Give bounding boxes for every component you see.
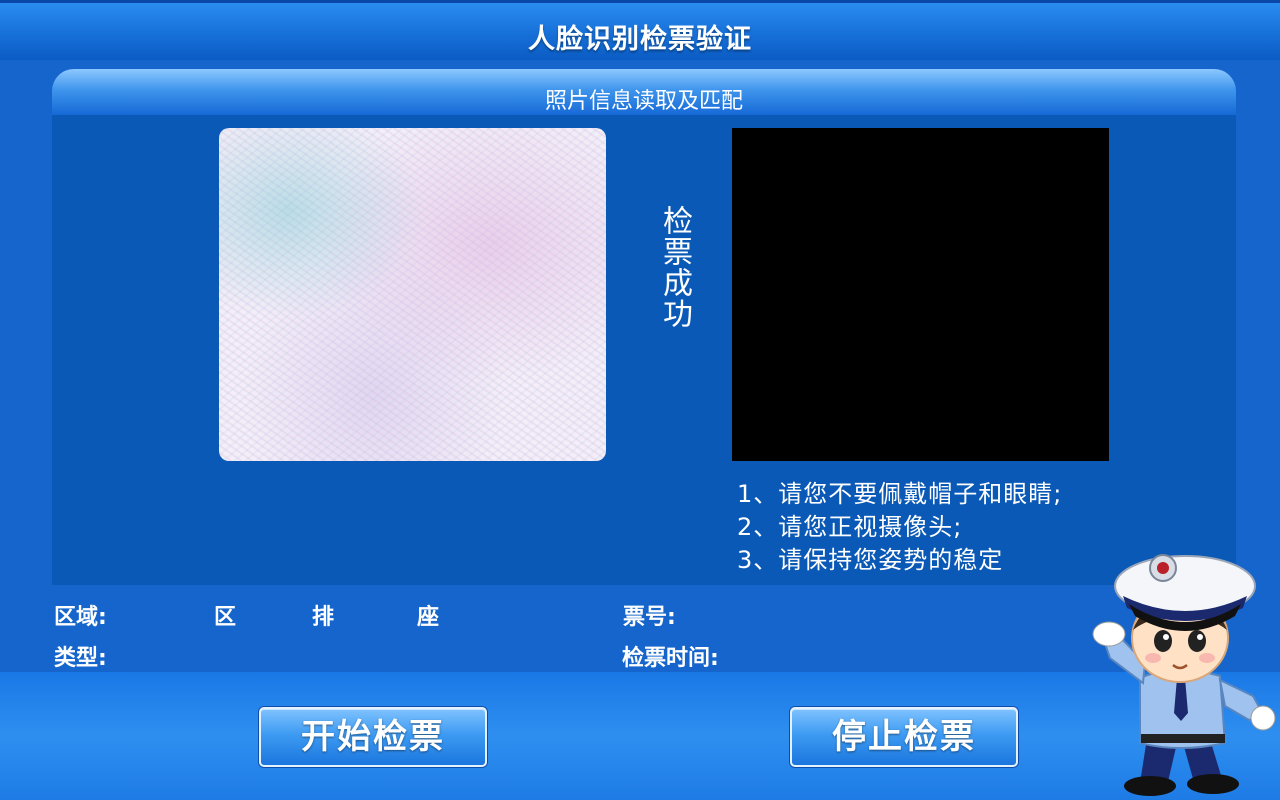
mascot-right-shoe bbox=[1187, 774, 1239, 794]
start-check-button[interactable]: 开始检票 bbox=[259, 707, 487, 767]
app-title: 人脸识别检票验证 bbox=[528, 24, 752, 55]
instructions-list: 1、请您不要佩戴帽子和眼睛; 2、请您正视摄像头; 3、请保持您姿势的稳定 bbox=[737, 478, 1062, 577]
row-label: 排 bbox=[312, 605, 335, 630]
panel-header-title: 照片信息读取及匹配 bbox=[544, 89, 743, 114]
check-status-label: 检票成功 bbox=[657, 205, 692, 329]
instruction-item: 3、请保持您姿势的稳定 bbox=[737, 546, 1004, 574]
mascot-eye-highlight bbox=[1163, 634, 1169, 640]
check-time-label: 检票时间: bbox=[622, 646, 719, 671]
area-label: 区域: bbox=[54, 605, 107, 630]
mascot-badge-center bbox=[1157, 562, 1169, 574]
police-mascot-icon bbox=[1092, 554, 1276, 796]
title-bar: 人脸识别检票验证 bbox=[0, 0, 1280, 60]
mascot-belt bbox=[1141, 734, 1225, 743]
type-label: 类型: bbox=[54, 646, 107, 671]
mascot-right-glove bbox=[1250, 705, 1276, 731]
stop-check-button[interactable]: 停止检票 bbox=[790, 707, 1018, 767]
instruction-item: 2、请您正视摄像头; bbox=[737, 513, 963, 541]
mascot-eye-highlight bbox=[1197, 634, 1203, 640]
ticket-number-label: 票号: bbox=[623, 605, 676, 630]
instruction-item: 1、请您不要佩戴帽子和眼睛; bbox=[737, 480, 1063, 508]
mascot-left-glove bbox=[1092, 621, 1126, 647]
seat-label: 座 bbox=[417, 605, 440, 630]
mascot-left-eye bbox=[1154, 630, 1172, 652]
mascot-cheek bbox=[1145, 653, 1161, 663]
mascot-cheek bbox=[1199, 653, 1215, 663]
mascot-left-shoe bbox=[1124, 776, 1176, 796]
panel-header: 照片信息读取及匹配 bbox=[52, 69, 1236, 115]
mascot-right-eye bbox=[1188, 630, 1206, 652]
camera-preview bbox=[732, 128, 1109, 461]
id-card-photo bbox=[219, 128, 606, 461]
zone-label: 区 bbox=[214, 605, 237, 630]
